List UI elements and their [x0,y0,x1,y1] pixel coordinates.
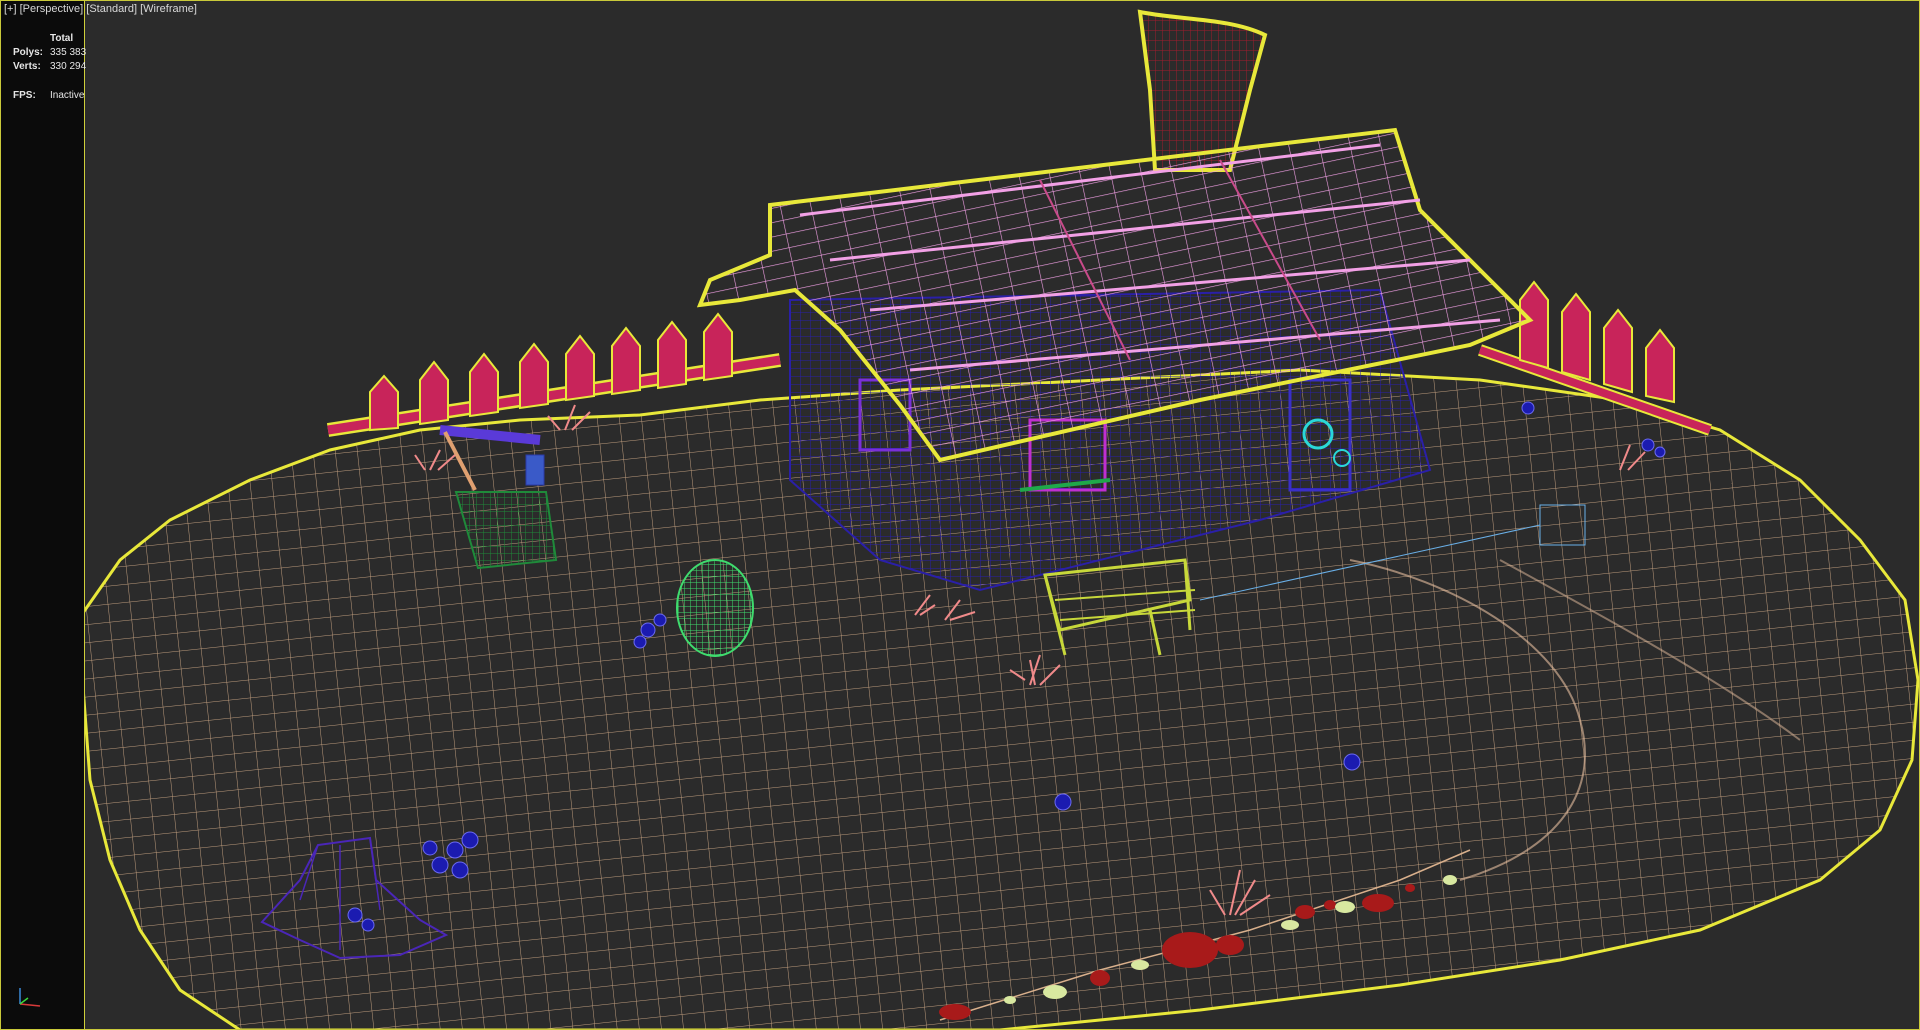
statistics-overlay: Total Polys: 335 383 Verts: 330 294 FPS:… [13,32,86,103]
viewport-plus-menu[interactable]: [+] [4,3,17,15]
viewport-label-menu[interactable]: [+] [Perspective] [Standard] [Wireframe] [4,3,197,15]
viewport-pov-menu[interactable]: [Perspective] [20,3,84,15]
fps-value: Inactive [50,90,85,101]
stats-header: Total [50,33,74,44]
stats-polys-row: Polys: 335 383 [13,46,86,60]
stats-fps-row: FPS: Inactive [13,89,86,103]
verts-value: 330 294 [50,61,87,72]
viewport-left-strip-edge [84,1,85,1029]
viewport-left-strip [1,1,85,1029]
verts-label: Verts: [13,61,41,72]
barrel[interactable] [676,559,754,657]
axis-gizmo-icon [19,988,41,1007]
polys-value: 335 383 [50,47,87,58]
wireframe-scene[interactable] [0,0,1920,1030]
polys-label: Polys: [13,47,44,58]
stats-verts-row: Verts: 330 294 [13,60,86,74]
fps-label: FPS: [13,90,36,101]
viewport-shading-mode-menu[interactable]: [Wireframe] [140,3,197,15]
3d-viewport[interactable]: [+] [Perspective] [Standard] [Wireframe]… [0,0,1920,1030]
viewport-shading-standard-menu[interactable]: [Standard] [86,3,137,15]
